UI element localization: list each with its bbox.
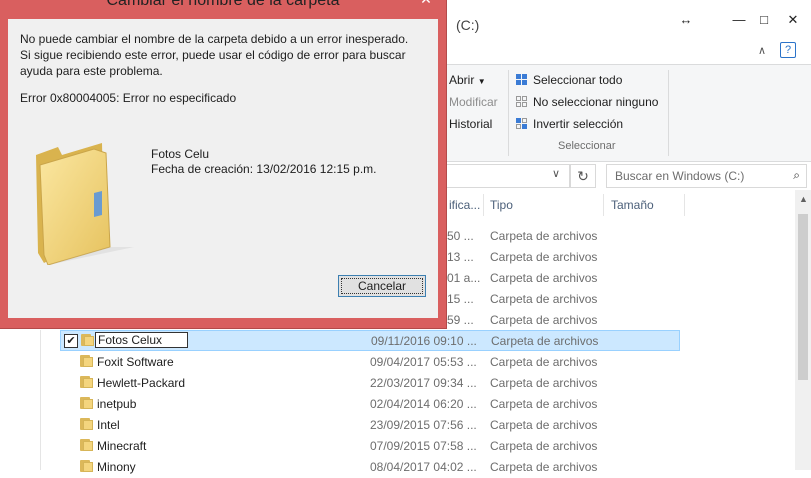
help-icon[interactable]: ? [780, 42, 796, 58]
table-row[interactable]: Minecraft 07/09/2015 07:58 ... Carpeta d… [60, 436, 680, 457]
invert-selection-label: Invertir selección [533, 117, 624, 131]
close-button[interactable]: ✕ [781, 12, 805, 28]
dropdown-arrow-icon: ▼ [477, 77, 486, 86]
row-type: Carpeta de archivos [491, 334, 599, 348]
error-message: No puede cambiar el nombre de la carpeta… [20, 32, 409, 78]
minimize-button[interactable]: — [727, 12, 751, 27]
open-button[interactable]: Abrir ▼ [449, 73, 486, 87]
scrollbar-thumb[interactable] [798, 214, 808, 380]
row-type: Carpeta de archivos [490, 418, 598, 432]
row-date: 22/03/2017 09:34 ... [370, 376, 477, 390]
history-button[interactable]: Historial [449, 117, 492, 131]
collapse-ribbon-icon[interactable]: ∧ [758, 44, 766, 57]
error-code: Error 0x80004005: Error no especificado [20, 91, 237, 105]
row-type: Carpeta de archivos [490, 250, 598, 264]
column-size[interactable]: Tamaño [611, 198, 654, 212]
folder-creation-date: Fecha de creación: 13/02/2016 12:15 p.m. [151, 162, 377, 176]
modify-button[interactable]: Modificar [449, 95, 498, 109]
refresh-icon[interactable]: ↻ [570, 164, 596, 188]
row-date: 23/09/2015 07:56 ... [370, 418, 477, 432]
dialog-title: Cambiar el nombre de la carpeta [106, 0, 340, 9]
address-dropdown-icon[interactable]: ∨ [552, 167, 560, 180]
search-icon[interactable]: ⌕ [793, 168, 800, 183]
row-date: 09/11/2016 09:10 ... [371, 334, 477, 348]
row-date: 09/04/2017 05:53 ... [370, 355, 477, 369]
row-type: Carpeta de archivos [490, 292, 598, 306]
folder-icon [80, 418, 94, 430]
row-date: 07/09/2015 07:58 ... [370, 439, 477, 453]
row-type: Carpeta de archivos [490, 376, 598, 390]
invert-selection-button[interactable]: Invertir selección [516, 117, 623, 131]
row-name: inetpub [97, 397, 137, 411]
navigation-pane-border [40, 330, 41, 470]
table-row[interactable]: Minony 08/04/2017 04:02 ... Carpeta de a… [60, 457, 680, 478]
cancel-label: Cancelar [341, 278, 423, 294]
ribbon [440, 64, 811, 162]
row-type: Carpeta de archivos [490, 229, 598, 243]
row-name: Minony [97, 460, 136, 474]
row-type: Carpeta de archivos [490, 271, 598, 285]
folder-icon [36, 143, 134, 265]
search-box[interactable]: Buscar en Windows (C:) ⌕ [606, 164, 807, 188]
table-row[interactable]: Hewlett-Packard 22/03/2017 09:34 ... Car… [60, 373, 680, 394]
row-name: Intel [97, 418, 120, 432]
row-type: Carpeta de archivos [490, 355, 598, 369]
row-checkbox[interactable]: ✔ [64, 334, 78, 348]
row-type: Carpeta de archivos [490, 460, 598, 474]
column-modified[interactable]: ifica... [449, 198, 480, 212]
table-row[interactable]: Foxit Software 09/04/2017 05:53 ... Carp… [60, 352, 680, 373]
folder-icon [80, 397, 94, 409]
rename-input[interactable]: Fotos Celux [95, 332, 188, 348]
scroll-up-icon[interactable]: ▲ [799, 194, 808, 204]
select-none-button[interactable]: No seleccionar ninguno [516, 95, 658, 109]
resize-icon[interactable]: ↔ [674, 12, 698, 27]
row-name: Minecraft [97, 439, 147, 453]
window-title: (C:) [456, 17, 480, 33]
select-group-label: Seleccionar [558, 140, 616, 152]
table-row[interactable]: inetpub 02/04/2014 06:20 ... Carpeta de … [60, 394, 680, 415]
folder-icon [80, 460, 94, 472]
folder-icon [81, 334, 95, 346]
address-bar[interactable] [440, 164, 570, 188]
select-all-label: Seleccionar todo [533, 73, 623, 87]
column-type[interactable]: Tipo [490, 198, 513, 212]
search-input[interactable]: Buscar en Windows (C:) [615, 169, 744, 183]
table-row[interactable]: Intel 23/09/2015 07:56 ... Carpeta de ar… [60, 415, 680, 436]
rename-error-dialog: Cambiar el nombre de la carpeta ✕ No pue… [0, 0, 446, 328]
folder-icon [80, 355, 94, 367]
select-all-button[interactable]: Seleccionar todo [516, 73, 622, 87]
row-date: 02/04/2014 06:20 ... [370, 397, 477, 411]
folder-name: Fotos Celu [151, 147, 210, 161]
select-none-icon [516, 96, 528, 108]
row-name: Foxit Software [97, 355, 174, 369]
table-row-selected[interactable]: ✔ Fotos Celux 09/11/2016 09:10 ... Carpe… [60, 330, 680, 351]
select-all-icon [516, 74, 528, 86]
folder-icon [80, 376, 94, 388]
folder-icon [80, 439, 94, 451]
row-type: Carpeta de archivos [490, 397, 598, 411]
row-type: Carpeta de archivos [490, 439, 598, 453]
dialog-body: No puede cambiar el nombre de la carpeta… [8, 19, 438, 318]
cancel-button[interactable]: Cancelar [338, 275, 426, 297]
row-date: 08/04/2017 04:02 ... [370, 460, 477, 474]
maximize-button[interactable]: □ [752, 12, 776, 27]
dialog-close-button[interactable]: ✕ [412, 0, 440, 10]
invert-selection-icon [516, 118, 528, 130]
select-none-label: No seleccionar ninguno [533, 95, 659, 109]
row-name: Hewlett-Packard [97, 376, 186, 390]
row-type: Carpeta de archivos [490, 313, 598, 327]
